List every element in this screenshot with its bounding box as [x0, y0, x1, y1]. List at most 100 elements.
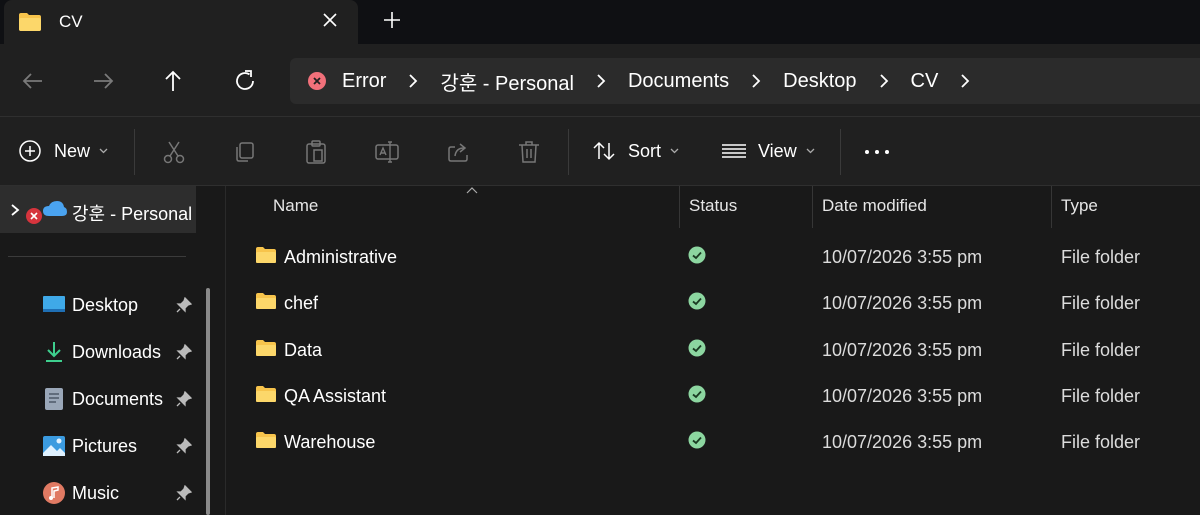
file-name[interactable]: Warehouse [284, 432, 375, 453]
folder-icon [256, 432, 276, 449]
sidebar-item-documents[interactable]: Documents [42, 384, 163, 414]
error-badge-icon [26, 208, 42, 224]
sidebar-scrollbar[interactable] [206, 288, 210, 515]
tab-title: CV [59, 12, 83, 31]
sync-status-ok-icon [688, 431, 706, 449]
view-label: View [758, 140, 797, 161]
sort-ascending-icon [466, 187, 478, 194]
plus-circle-icon [19, 140, 41, 162]
chevron-right-icon[interactable] [960, 73, 970, 89]
column-header-name[interactable]: Name [273, 196, 318, 216]
pin-icon[interactable] [176, 344, 192, 360]
desktop-icon [43, 296, 65, 312]
breadcrumb-error[interactable]: Error [342, 70, 386, 93]
tab-cv[interactable]: CV [4, 0, 358, 44]
new-button[interactable]: New [18, 139, 108, 163]
sidebar-item-onedrive[interactable]: 강훈 - Personal [0, 186, 196, 233]
sidebar-item-music[interactable]: Music [42, 478, 119, 508]
close-icon[interactable] [320, 10, 340, 30]
share-icon[interactable] [445, 139, 471, 165]
folder-icon [256, 339, 276, 356]
arrow-up-icon[interactable] [160, 68, 186, 94]
file-name[interactable]: QA Assistant [284, 386, 386, 407]
breadcrumb-cv[interactable]: CV [911, 70, 939, 93]
sidebar-item-desktop[interactable]: Desktop [42, 290, 138, 320]
document-icon [45, 388, 63, 410]
file-type: File folder [1061, 432, 1141, 453]
pin-icon[interactable] [176, 438, 192, 454]
file-type: File folder [1061, 293, 1141, 314]
sidebar-item-label: Documents [72, 388, 164, 409]
sidebar-item-label: Music [72, 482, 120, 503]
table-row[interactable]: QA Assistant 10/07/2026 3:55 pm File folde… [226, 374, 1200, 420]
chevron-down-icon [806, 148, 815, 154]
sync-status-ok-icon [688, 385, 706, 403]
pin-icon[interactable] [176, 297, 192, 313]
refresh-icon[interactable] [232, 68, 258, 94]
file-list: Name Status Date modified Type Administr… [226, 186, 1200, 515]
column-header-type[interactable]: Type [1061, 196, 1098, 216]
rename-icon[interactable] [374, 139, 400, 165]
column-header-date-modified[interactable]: Date modified [822, 196, 927, 216]
table-row[interactable]: Data 10/07/2026 3:55 pm File folder [226, 328, 1200, 374]
new-label: New [54, 140, 91, 161]
sync-status-ok-icon [688, 292, 706, 310]
chevron-right-icon[interactable] [879, 73, 889, 89]
breadcrumb-desktop[interactable]: Desktop [783, 70, 856, 93]
file-name[interactable]: Data [284, 340, 322, 361]
file-date-modified: 10/07/2026 3:55 pm [822, 293, 983, 314]
delete-icon[interactable] [516, 139, 542, 165]
sort-button[interactable]: Sort [592, 139, 679, 163]
file-date-modified: 10/07/2026 3:55 pm [822, 385, 983, 406]
sidebar-item-label: Desktop [72, 294, 139, 315]
column-header-status[interactable]: Status [689, 196, 737, 216]
sidebar-item-label: Downloads [72, 341, 162, 362]
error-icon [308, 72, 326, 90]
table-row[interactable]: chef 10/07/2026 3:55 pm File folder [226, 281, 1200, 327]
chevron-down-icon [99, 148, 108, 154]
view-button[interactable]: View [721, 139, 815, 163]
sort-icon [593, 141, 615, 161]
sidebar-item-downloads[interactable]: Downloads [42, 337, 161, 367]
navigation-pane: 강훈 - Personal Desktop Downloads Document… [0, 186, 226, 515]
chevron-down-icon [670, 148, 679, 154]
file-type: File folder [1061, 385, 1141, 406]
column-divider[interactable] [1051, 186, 1052, 228]
pin-icon[interactable] [176, 391, 192, 407]
file-name[interactable]: chef [284, 293, 318, 314]
cut-icon[interactable] [161, 139, 187, 165]
divider [840, 129, 841, 175]
table-row[interactable]: Warehouse 10/07/2026 3:55 pm File folder [226, 420, 1200, 466]
sidebar-item-label: 강훈 - Personal [72, 204, 193, 224]
sidebar-item-pictures[interactable]: Pictures [42, 431, 137, 461]
arrow-left-icon[interactable] [20, 68, 46, 94]
breadcrumb-personal[interactable]: 강훈 - Personal [440, 67, 574, 96]
folder-icon [256, 293, 276, 310]
chevron-right-icon[interactable] [10, 203, 20, 217]
chevron-right-icon[interactable] [751, 73, 761, 89]
title-bar: CV [0, 0, 1200, 44]
plus-icon[interactable] [382, 10, 402, 30]
copy-icon[interactable] [232, 139, 258, 165]
folder-icon [256, 385, 276, 402]
column-divider[interactable] [679, 186, 680, 228]
paste-icon[interactable] [303, 139, 329, 165]
pin-icon[interactable] [176, 485, 192, 501]
file-type: File folder [1061, 339, 1141, 360]
more-icon[interactable] [864, 139, 890, 165]
chevron-right-icon[interactable] [596, 73, 606, 89]
file-name[interactable]: Administrative [284, 247, 397, 268]
divider [568, 129, 569, 175]
onedrive-icon [43, 201, 67, 216]
column-divider[interactable] [812, 186, 813, 228]
download-icon [46, 342, 62, 362]
folder-icon [19, 13, 41, 31]
breadcrumb-documents[interactable]: Documents [628, 70, 729, 93]
arrow-right-icon[interactable] [90, 68, 116, 94]
sidebar-item-label: Pictures [72, 435, 138, 456]
table-row[interactable]: Administrative 10/07/2026 3:55 pm File fol… [226, 235, 1200, 281]
chevron-right-icon[interactable] [408, 73, 418, 89]
address-bar[interactable]: Error 강훈 - Personal Documents Desktop CV [290, 58, 1200, 104]
sort-label: Sort [628, 140, 662, 161]
folder-icon [256, 247, 276, 263]
